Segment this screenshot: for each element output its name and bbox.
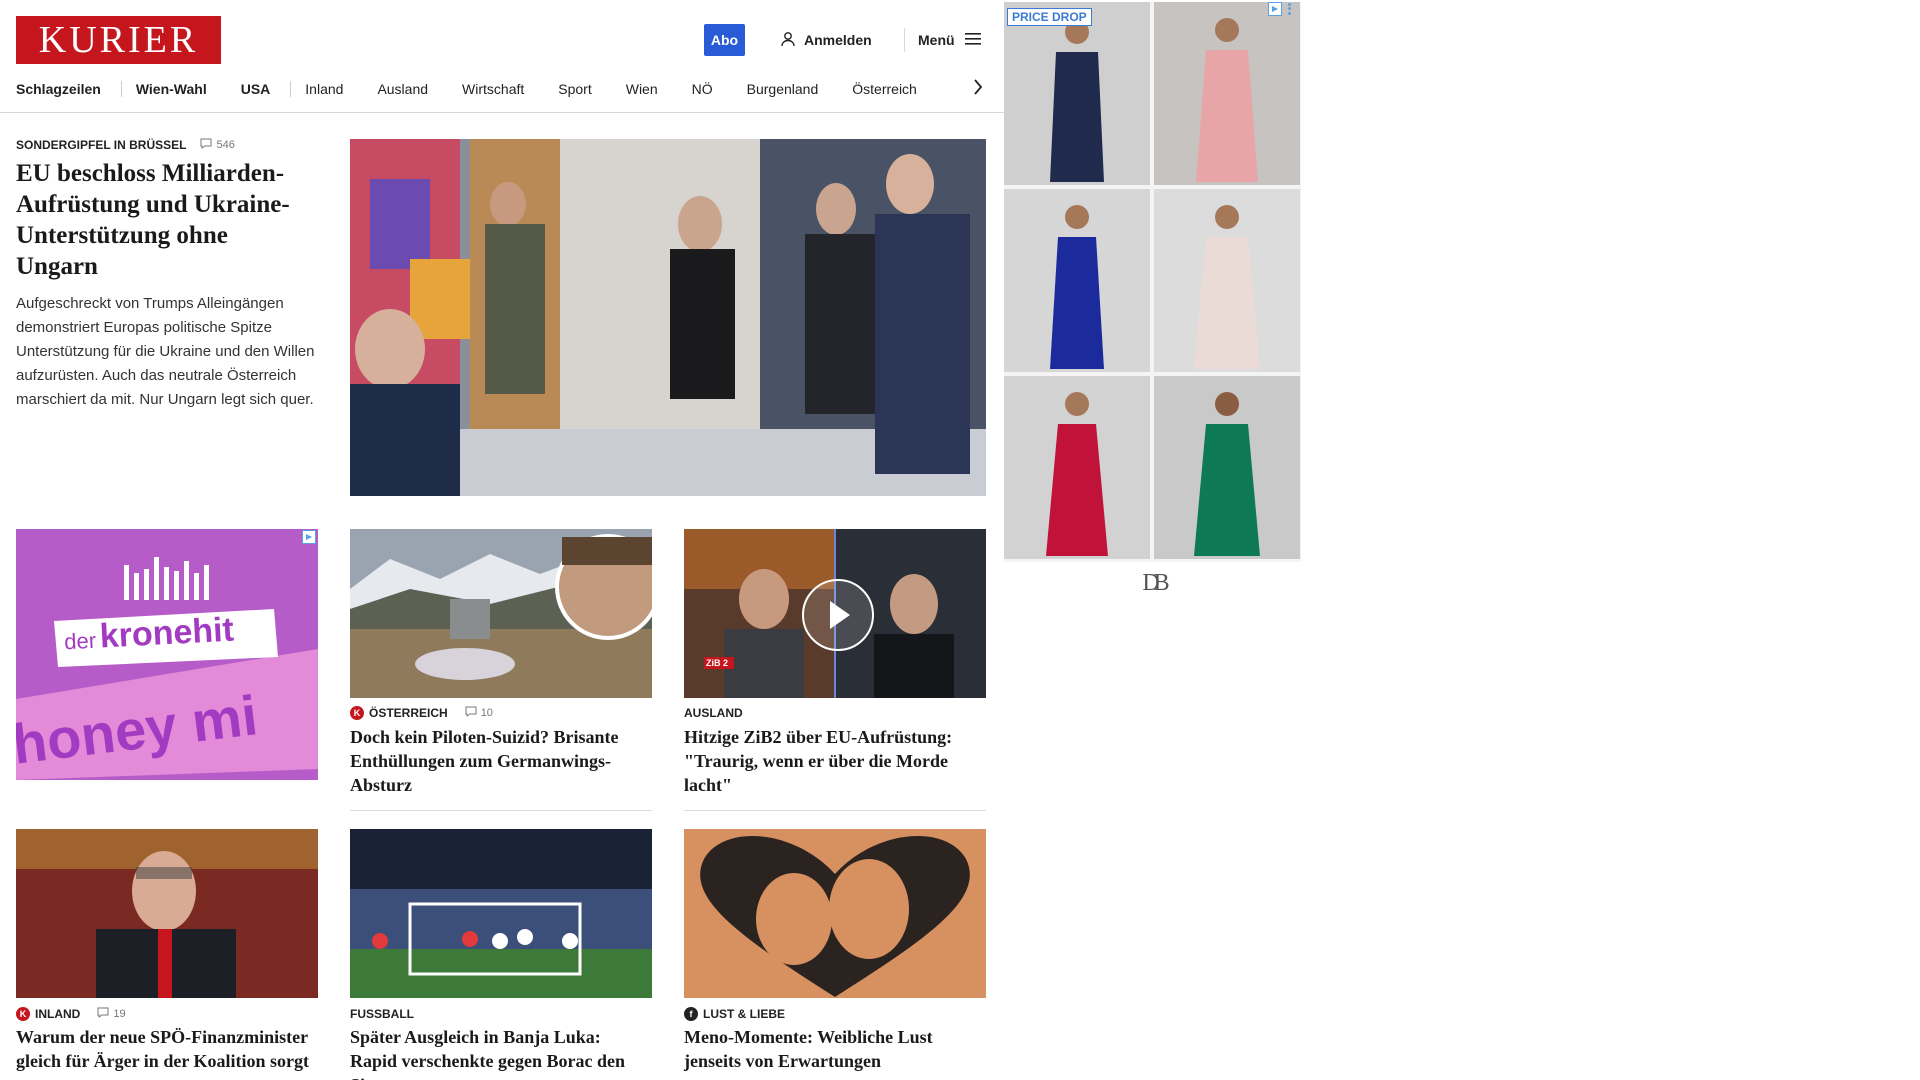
login-button[interactable]: Anmelden: [780, 24, 872, 56]
card-5-illustration[interactable]: [684, 829, 986, 998]
kronehit-logo-big: kronehit: [98, 610, 235, 656]
nav-item-schlagzeilen[interactable]: Schlagzeilen: [16, 81, 121, 97]
lust-liebe-brand-icon: f: [684, 1007, 698, 1021]
card-3-kicker[interactable]: K INLAND 19: [16, 1007, 126, 1021]
kronehit-logo-small: der: [63, 627, 97, 655]
nav-item-ausland[interactable]: Ausland: [377, 81, 462, 97]
card-3-comment-count-value: 19: [113, 1008, 126, 1020]
card-1-comment-count-value: 10: [480, 707, 493, 719]
nav-item-usa[interactable]: USA: [241, 81, 291, 97]
card-5-headline[interactable]: Meno-Momente: Weibliche Lust jenseits vo…: [684, 1025, 986, 1073]
card-4-kicker[interactable]: FUSSBALL: [350, 1007, 414, 1021]
kurier-homepage: KURIER Abo Anmelden Menü Schlagzeilen Wi…: [0, 0, 1920, 1080]
card-2-divider: [684, 810, 986, 811]
dress-item[interactable]: [1004, 376, 1150, 559]
card-4-photo[interactable]: [350, 829, 652, 998]
adchoices-icon[interactable]: [1268, 2, 1282, 16]
dress-item[interactable]: [1004, 189, 1150, 372]
lead-kicker-label: SONDERGIPFEL IN BRÜSSEL: [16, 138, 187, 152]
card-5-kicker-label: LUST & LIEBE: [703, 1007, 786, 1021]
db-brand-mark: DB: [1142, 569, 1169, 596]
zib2-badge: ZiB 2: [706, 658, 729, 668]
abo-button[interactable]: Abo: [704, 24, 745, 56]
lead-teaser: Aufgeschreckt von Trumps Alleingängen de…: [16, 295, 315, 408]
dress-item[interactable]: [1004, 2, 1150, 185]
card-1-kicker[interactable]: K ÖSTERREICH 10: [350, 706, 493, 720]
db-brand-logo[interactable]: DB: [1133, 566, 1173, 600]
card-2-video-thumbnail[interactable]: ZiB 2: [684, 529, 986, 698]
dress-item[interactable]: [1154, 2, 1300, 185]
header-divider: [904, 28, 905, 52]
lead-kicker[interactable]: SONDERGIPFEL IN BRÜSSEL 546: [16, 138, 235, 152]
nav-item-sport[interactable]: Sport: [558, 81, 625, 97]
card-4-headline[interactable]: Später Ausgleich in Banja Luka: Rapid ve…: [350, 1025, 652, 1080]
nav-item-wien-wahl[interactable]: Wien-Wahl: [136, 81, 241, 97]
nav-item-oesterreich[interactable]: Österreich: [852, 81, 917, 97]
user-icon: [780, 31, 796, 50]
adchoices-icon[interactable]: [302, 530, 316, 544]
card-3-photo[interactable]: [16, 829, 318, 998]
section-nav: Schlagzeilen Wien-Wahl USA Inland Auslan…: [16, 78, 917, 100]
kronehit-ad[interactable]: der kronehit honey mi: [16, 529, 318, 780]
menu-label: Menü: [918, 32, 955, 48]
nav-scroll-right-button[interactable]: [968, 78, 988, 100]
lead-headline[interactable]: EU beschloss Milliarden-Aufrüstung und U…: [16, 158, 316, 282]
nav-item-inland[interactable]: Inland: [305, 81, 377, 97]
comment-icon: [97, 1007, 109, 1021]
lead-comment-count[interactable]: 546: [200, 138, 235, 152]
comment-icon: [200, 138, 212, 152]
nav-item-wirtschaft[interactable]: Wirtschaft: [462, 81, 558, 97]
card-1-divider: [350, 810, 652, 811]
nav-item-burgenland[interactable]: Burgenland: [747, 81, 853, 97]
nav-divider: [290, 81, 292, 97]
nav-item-noe[interactable]: NÖ: [692, 81, 747, 97]
kurier-logo[interactable]: KURIER: [16, 16, 221, 64]
kurier-brand-icon: K: [350, 706, 364, 720]
nav-divider: [120, 81, 122, 97]
dress-item[interactable]: [1154, 189, 1300, 372]
card-1-kicker-label: ÖSTERREICH: [369, 706, 448, 720]
card-1-headline[interactable]: Doch kein Piloten-Suizid? Brisante Enthü…: [350, 725, 652, 797]
ad-options-icon[interactable]: [1286, 2, 1292, 16]
card-1-comment-count[interactable]: 10: [465, 706, 493, 720]
nav-item-wien[interactable]: Wien: [626, 81, 692, 97]
lead-comment-count-value: 546: [216, 139, 235, 151]
card-2-headline[interactable]: Hitzige ZiB2 über EU-Aufrüstung: "Trauri…: [684, 725, 986, 797]
card-5-kicker[interactable]: f LUST & LIEBE: [684, 1007, 785, 1021]
chevron-right-icon: [973, 78, 983, 100]
dress-item[interactable]: [1154, 376, 1300, 559]
hamburger-icon: [964, 32, 983, 49]
login-label: Anmelden: [804, 32, 872, 48]
comment-icon: [465, 706, 477, 720]
card-3-kicker-label: INLAND: [35, 1007, 81, 1021]
lead-photo[interactable]: [350, 139, 986, 496]
card-2-kicker[interactable]: AUSLAND: [684, 706, 743, 720]
kurier-brand-icon: K: [16, 1007, 30, 1021]
card-1-photo[interactable]: [350, 529, 652, 698]
card-3-comment-count[interactable]: 19: [97, 1007, 126, 1021]
price-drop-badge: PRICE DROP: [1007, 8, 1092, 26]
dress-ad[interactable]: [1004, 2, 1301, 562]
site-header: KURIER Abo Anmelden Menü Schlagzeilen Wi…: [0, 0, 1008, 113]
card-3-headline[interactable]: Warum der neue SPÖ-Finanzminister gleich…: [16, 1025, 318, 1073]
menu-button[interactable]: Menü: [918, 24, 983, 56]
